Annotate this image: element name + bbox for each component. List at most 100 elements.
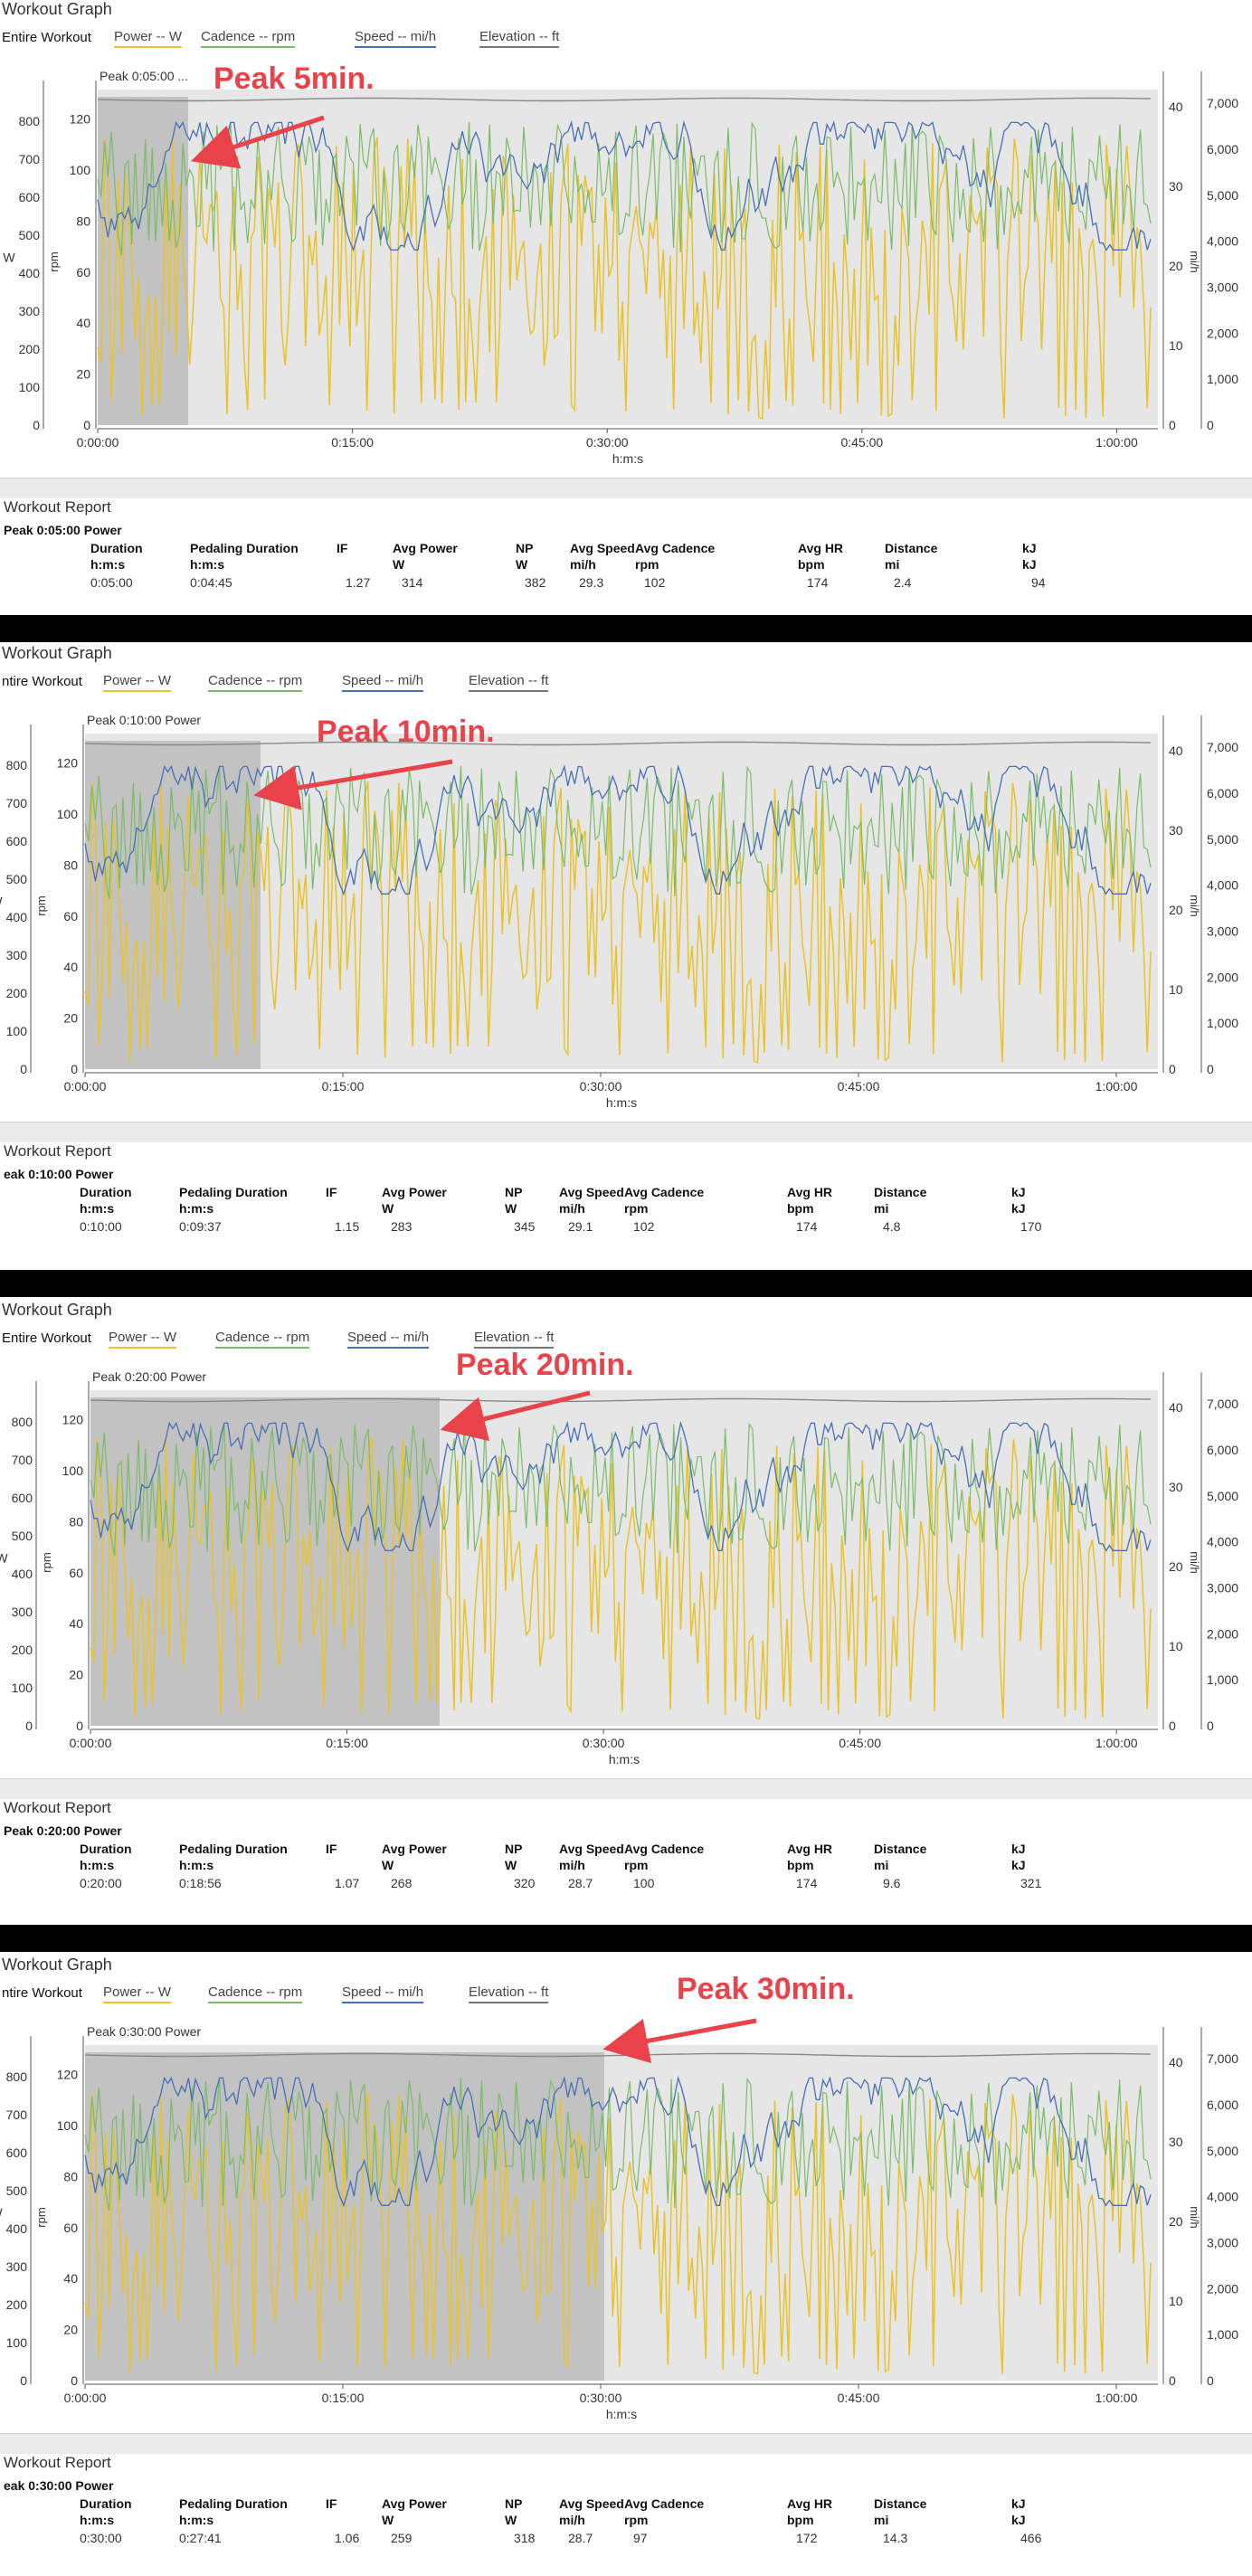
tick-label: 200 xyxy=(6,986,28,1000)
x-tick-label: 0:00:00 xyxy=(77,435,119,450)
tick-label: 2,000 xyxy=(1207,970,1238,984)
column-header: Avg Speed xyxy=(570,541,635,555)
column-unit: W xyxy=(516,557,528,572)
column-header: Distance xyxy=(874,1842,927,1856)
entire-workout-tab[interactable]: ntire Workout xyxy=(2,1985,82,2001)
entire-workout-tab[interactable]: Entire Workout xyxy=(2,1331,91,1346)
x-tick-label: 0:30:00 xyxy=(580,2391,622,2405)
workout-chart[interactable]: Peak 0:20:00 Power0100200300400500600700… xyxy=(0,1350,1252,1775)
legend-power[interactable]: Power -- W xyxy=(103,1984,171,2003)
tick-label: 5,000 xyxy=(1207,1489,1238,1503)
tick-label: 80 xyxy=(63,857,78,872)
tick-label: 100 xyxy=(6,2335,28,2350)
tick-label: 3,000 xyxy=(1207,2235,1238,2249)
tick-label: 4,000 xyxy=(1207,878,1238,893)
column-header: Distance xyxy=(874,2496,927,2511)
report-subtitle: eak 0:10:00 Power xyxy=(4,1167,114,1181)
column-header: Avg HR xyxy=(787,1185,833,1199)
legend-cadence[interactable]: Cadence -- rpm xyxy=(201,29,296,48)
x-tick-label: 0:15:00 xyxy=(322,1079,365,1094)
legend-power[interactable]: Power -- W xyxy=(103,673,171,692)
graph-title: Workout Graph xyxy=(2,1956,112,1974)
legend-elevation[interactable]: Elevation -- ft xyxy=(469,673,549,692)
column-value: 14.3 xyxy=(883,2531,908,2545)
entire-workout-tab[interactable]: ntire Workout xyxy=(2,674,82,689)
column-value: 172 xyxy=(796,2531,818,2545)
workout-panel: Workout Graph Entire Workout Power -- W Cad… xyxy=(0,1301,1252,1921)
x-tick-label: 0:30:00 xyxy=(586,435,629,450)
tick-label: 3,000 xyxy=(1207,279,1238,294)
workout-chart[interactable]: Peak 0:05:00 ...010020030040050060070080… xyxy=(0,49,1252,474)
legend-speed[interactable]: Speed -- mi/h xyxy=(355,29,437,48)
tick-label: 700 xyxy=(6,2107,28,2122)
tick-label: 100 xyxy=(57,807,79,821)
column-unit: W xyxy=(505,1201,517,1216)
panel-divider xyxy=(0,615,1252,642)
entire-workout-tab[interactable]: Entire Workout xyxy=(2,30,91,45)
report-separator xyxy=(0,1122,1252,1142)
legend-speed[interactable]: Speed -- mi/h xyxy=(342,1984,424,2003)
tick-label: 300 xyxy=(6,948,28,962)
column-unit: W xyxy=(382,1858,394,1872)
tick-label: 200 xyxy=(19,342,41,356)
column-value: 0:10:00 xyxy=(80,1219,122,1234)
column-header: Avg Power xyxy=(382,2496,447,2511)
legend-power[interactable]: Power -- W xyxy=(114,29,182,48)
legend-elevation[interactable]: Elevation -- ft xyxy=(479,29,560,48)
column-header: Duration xyxy=(80,2496,132,2511)
tick-label: 400 xyxy=(19,266,41,280)
column-unit: W xyxy=(382,2513,394,2527)
tick-label: 300 xyxy=(12,1605,33,1619)
tick-label: 40 xyxy=(1169,1400,1183,1415)
tick-label: 120 xyxy=(62,1413,84,1427)
legend-cadence[interactable]: Cadence -- rpm xyxy=(208,673,303,692)
legend-speed[interactable]: Speed -- mi/h xyxy=(342,673,424,692)
column-value: 102 xyxy=(644,575,666,590)
legend-elevation[interactable]: Elevation -- ft xyxy=(474,1330,555,1349)
tick-label: 40 xyxy=(1169,2055,1183,2069)
x-tick-label: 0:45:00 xyxy=(839,1736,881,1750)
column-value: 0:30:00 xyxy=(80,2531,122,2545)
tick-label: 20 xyxy=(1169,1559,1183,1574)
legend-power[interactable]: Power -- W xyxy=(109,1330,176,1349)
workout-chart[interactable]: Peak 0:10:00 Power0100200300400500600700… xyxy=(0,693,1252,1118)
column-unit: W xyxy=(382,1201,394,1216)
axis-unit-mph: mi/h xyxy=(1188,895,1201,917)
tick-label: 500 xyxy=(19,228,41,242)
column-header: Avg HR xyxy=(798,541,844,555)
tick-label: 0 xyxy=(71,1062,78,1076)
column-unit: W xyxy=(505,1858,517,1872)
legend-elevation[interactable]: Elevation -- ft xyxy=(469,1984,549,2003)
report-title: Workout Report xyxy=(4,498,111,516)
column-value: 0:05:00 xyxy=(90,575,133,590)
peak-label: Peak 0:30:00 Power xyxy=(87,2024,201,2039)
workout-chart[interactable]: Peak 0:30:00 Power0100200300400500600700… xyxy=(0,2004,1252,2429)
legend-cadence[interactable]: Cadence -- rpm xyxy=(208,1984,303,2003)
column-unit: kJ xyxy=(1011,1201,1026,1216)
report-subtitle: Peak 0:20:00 Power xyxy=(4,1823,122,1838)
tick-label: 10 xyxy=(1169,2294,1183,2308)
tick-label: 30 xyxy=(1169,1480,1183,1494)
tick-label: 5,000 xyxy=(1207,188,1238,203)
column-header: Duration xyxy=(80,1842,132,1856)
tick-label: 500 xyxy=(6,2183,28,2198)
column-unit: bpm xyxy=(787,1201,814,1216)
axis-unit-mph: mi/h xyxy=(1188,2206,1201,2229)
column-value: 174 xyxy=(796,1876,818,1890)
tick-label: 0 xyxy=(1207,2373,1214,2388)
tick-label: 2,000 xyxy=(1207,1626,1238,1641)
report-table: Duration h:m:s 0:05:00 Pedaling Duration h:m… xyxy=(0,541,1252,604)
graph-title: Workout Graph xyxy=(2,0,112,18)
column-unit: rpm xyxy=(624,1201,649,1216)
workout-panel: Workout Graph ntire Workout Power -- W Cade… xyxy=(0,644,1252,1264)
legend-cadence[interactable]: Cadence -- rpm xyxy=(215,1330,310,1349)
tick-label: 0 xyxy=(20,1062,27,1076)
tick-label: 800 xyxy=(6,758,28,772)
legend-speed[interactable]: Speed -- mi/h xyxy=(347,1330,430,1349)
tick-label: 120 xyxy=(57,756,79,771)
tick-label: 0 xyxy=(1207,418,1214,432)
tick-label: 0 xyxy=(1169,1719,1176,1733)
column-header: IF xyxy=(337,541,348,555)
column-value: 29.1 xyxy=(568,1219,593,1234)
tick-label: 0 xyxy=(1169,1062,1176,1076)
